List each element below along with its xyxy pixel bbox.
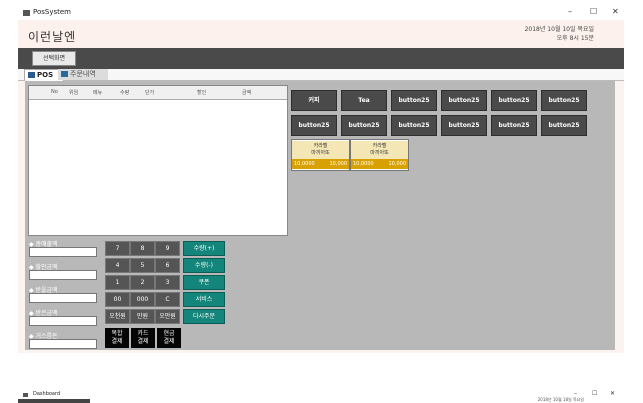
column-header: 수량	[120, 90, 130, 96]
header: 이런날엔 2018년 10월 10일 목요일 오후 8시 15분	[18, 20, 624, 48]
key-8[interactable]: 8	[130, 241, 155, 256]
close-button[interactable]: ✕	[612, 7, 619, 16]
amount-received-field[interactable]	[29, 316, 97, 326]
menu-item-name-line2: 마끼아또	[370, 150, 389, 156]
key-6[interactable]: 6	[155, 258, 180, 273]
minimize-button[interactable]: –	[574, 390, 577, 397]
tab-pos-label: POS	[37, 71, 54, 79]
discount-amount-field[interactable]	[29, 270, 97, 280]
pos-icon	[28, 72, 35, 78]
menu-item-price-right: 10,000	[329, 161, 348, 167]
key-9[interactable]: 9	[155, 241, 180, 256]
tab-order-history[interactable]: 주문내역	[58, 69, 108, 80]
date-text: 2018년 10월 18일 목요일	[537, 397, 584, 402]
menu-item-price: 10,0000 10,000	[292, 159, 349, 169]
menu-item-price: 10,0000 10,000	[351, 159, 408, 169]
category-button[interactable]: button25	[391, 115, 437, 136]
window-title: PosSystem	[33, 8, 72, 16]
reorder-button[interactable]: 다시주문	[183, 309, 225, 324]
key-5[interactable]: 5	[130, 258, 155, 273]
toolbar-strip	[18, 399, 90, 403]
key-00[interactable]: 00	[105, 292, 130, 307]
key-5000-won[interactable]: 오천원	[105, 309, 130, 324]
maximize-button[interactable]: ☐	[590, 7, 597, 16]
grid-header: No 위임 메뉴 수량 단가 할인 금액	[29, 86, 287, 100]
category-button[interactable]: button25	[291, 115, 337, 136]
datetime: 2018년 10월 10일 목요일 오후 8시 15분	[525, 25, 594, 43]
key-3[interactable]: 3	[155, 275, 180, 290]
app-icon	[23, 393, 28, 397]
split-payment-button[interactable]: 복합 결제	[105, 328, 129, 348]
key-10000-won[interactable]: 만원	[130, 309, 155, 324]
key-2[interactable]: 2	[130, 275, 155, 290]
service-button[interactable]: 서비스	[183, 292, 225, 307]
change-field[interactable]	[29, 339, 97, 349]
category-button[interactable]: button25	[491, 115, 537, 136]
key-50000-won[interactable]: 오만원	[155, 309, 180, 324]
date-text: 2018년 10월 10일 목요일	[524, 26, 594, 33]
menu-item-price-right: 10,000	[388, 161, 407, 167]
card-payment-line1: 카드	[137, 330, 149, 337]
menu-item-name: 카라멜 마끼아또	[292, 141, 349, 159]
category-button[interactable]: button25	[441, 115, 487, 136]
select-screen-button[interactable]: 선택화면	[32, 51, 76, 66]
category-button[interactable]: button25	[441, 90, 487, 111]
column-header: 메뉴	[93, 90, 103, 96]
card-payment-line2: 결제	[137, 338, 149, 345]
menu-item-card[interactable]: 카라멜 마끼아또 10,0000 10,000	[350, 139, 409, 171]
category-button[interactable]: button25	[541, 115, 587, 136]
split-payment-line1: 복합	[111, 330, 123, 337]
category-button[interactable]: button25	[541, 90, 587, 111]
coupon-button[interactable]: 쿠폰	[183, 275, 225, 290]
quantity-minus-button[interactable]: 수량(-)	[183, 258, 225, 273]
column-header: 위임	[69, 90, 79, 96]
menu-item-card[interactable]: 카라멜 마끼아또 10,0000 10,000	[291, 139, 350, 171]
close-button[interactable]: ✕	[610, 390, 615, 397]
column-header: 금액	[242, 90, 252, 96]
menu-item-name-line2: 마끼아또	[311, 150, 330, 156]
cash-payment-button[interactable]: 현금 결제	[157, 328, 181, 348]
cash-payment-line2: 결제	[163, 338, 175, 345]
pos-content: No 위임 메뉴 수량 단가 할인 금액 ◆ 총매출액 ◆ 할인금액 ◆ 받을금…	[25, 81, 615, 350]
category-coffee-button[interactable]: 커피	[291, 90, 337, 111]
category-tea-button[interactable]: Tea	[341, 90, 387, 111]
title-bar: PosSystem – ☐ ✕	[18, 6, 624, 20]
menu-item-name-line1: 카라멜	[372, 143, 387, 149]
quantity-plus-button[interactable]: 수량(+)	[183, 241, 225, 256]
key-4[interactable]: 4	[105, 258, 130, 273]
key-7[interactable]: 7	[105, 241, 130, 256]
menu-item-name: 카라멜 마끼아또	[351, 141, 408, 159]
cash-payment-line1: 현금	[163, 330, 175, 337]
menu-item-price-left: 10,0000	[294, 161, 315, 167]
tab-bar: POS 주문내역	[18, 69, 624, 81]
amount-due-field[interactable]	[29, 293, 97, 303]
app-icon	[23, 10, 30, 16]
category-button[interactable]: button25	[341, 115, 387, 136]
total-sales-field[interactable]	[29, 247, 97, 257]
toolbar: 선택화면	[18, 48, 624, 69]
category-button[interactable]: button25	[391, 90, 437, 111]
order-grid[interactable]: No 위임 메뉴 수량 단가 할인 금액	[28, 85, 288, 236]
key-1[interactable]: 1	[105, 275, 130, 290]
card-payment-button[interactable]: 카드 결제	[131, 328, 155, 348]
app-name: 이런날엔	[28, 30, 77, 44]
pos-window: PosSystem – ☐ ✕ 이런날엔 2018년 10월 10일 목요일 오…	[18, 6, 624, 353]
tab-order-history-label: 주문내역	[70, 70, 96, 78]
key-000[interactable]: 000	[130, 292, 155, 307]
time-text: 오후 8시 15분	[556, 35, 594, 42]
menu-item-name-line1: 카라멜	[313, 143, 328, 149]
column-header: No	[51, 89, 58, 95]
maximize-button[interactable]: ☐	[592, 390, 597, 397]
window-title: Dashboard	[33, 391, 61, 397]
minimize-button[interactable]: –	[568, 7, 572, 16]
key-clear[interactable]: C	[155, 292, 180, 307]
column-header: 단가	[145, 90, 155, 96]
dashboard-window: Dashboard 2018년 10월 18일 목요일 – ☐ ✕	[18, 390, 624, 403]
list-icon	[61, 71, 68, 77]
category-button[interactable]: button25	[491, 90, 537, 111]
column-header: 할인	[197, 90, 207, 96]
split-payment-line2: 결제	[111, 338, 123, 345]
menu-item-price-left: 10,0000	[353, 161, 374, 167]
